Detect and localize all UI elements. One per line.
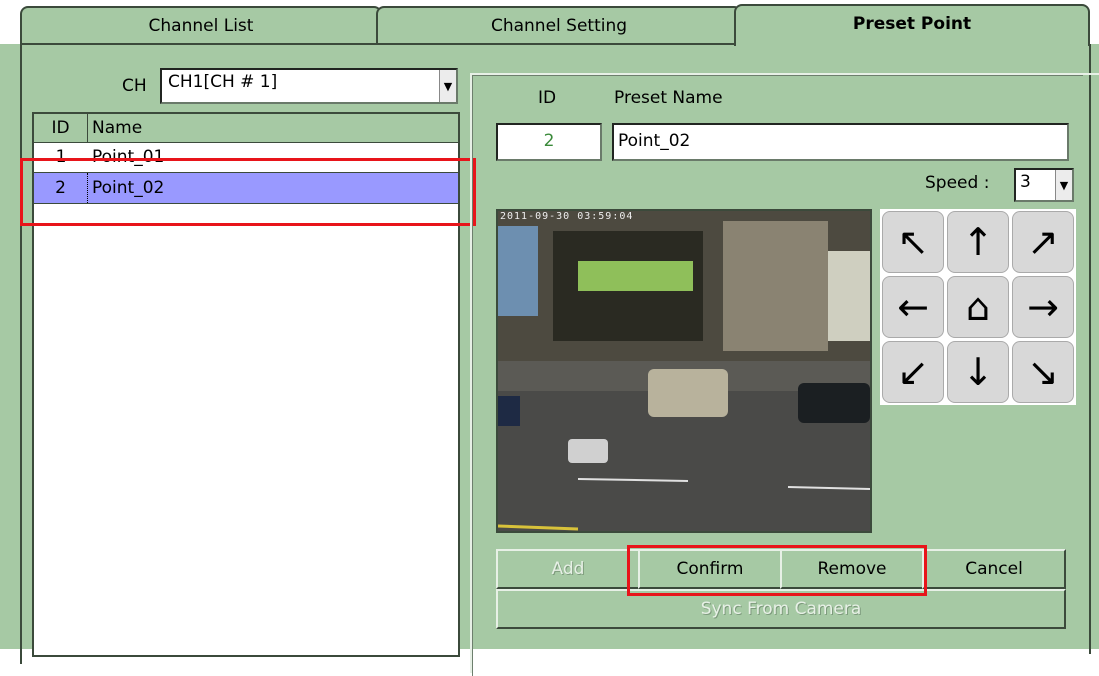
add-button-label: Add — [551, 559, 585, 579]
confirm-button-label: Confirm — [676, 559, 744, 579]
list-item-id: 2 — [34, 173, 88, 203]
channel-select[interactable]: CH1[CH # 1] ▼ — [160, 68, 458, 104]
sync-button-label: Sync From Camera — [700, 599, 862, 619]
preset-id-field: 2 — [496, 123, 602, 161]
arrow-right-icon[interactable]: → — [1012, 276, 1074, 338]
tab-channel-list[interactable]: Channel List — [20, 6, 382, 44]
tab-preset-point[interactable]: Preset Point — [734, 4, 1090, 46]
list-item-selected[interactable]: 2 Point_02 — [34, 172, 458, 204]
list-item-name: Point_01 — [92, 147, 165, 167]
cancel-button[interactable]: Cancel — [922, 549, 1066, 589]
list-item[interactable]: 1 Point_01 — [34, 142, 458, 172]
speed-label: Speed : — [925, 173, 990, 193]
preset-name-value: Point_02 — [618, 131, 691, 151]
tab-channel-setting[interactable]: Channel Setting — [376, 6, 742, 44]
tab-label: Preset Point — [852, 14, 972, 34]
camera-image — [498, 211, 870, 531]
list-item-id: 1 — [55, 147, 67, 167]
tab-label: Channel Setting — [490, 16, 628, 36]
add-button[interactable]: Add — [496, 549, 640, 589]
arrow-up-left-icon[interactable]: ↖ — [882, 211, 944, 273]
channel-select-value: CH1[CH # 1] — [168, 72, 278, 92]
arrow-up-right-icon[interactable]: ↗ — [1012, 211, 1074, 273]
camera-preview: 2011-09-30 03:59:04 — [496, 209, 872, 533]
sync-from-camera-button[interactable]: Sync From Camera — [496, 589, 1066, 629]
tab-label: Channel List — [148, 16, 254, 36]
preset-list: ID Name 1 Point_01 2 Point_02 — [32, 112, 460, 657]
arrow-down-icon[interactable]: ↓ — [947, 341, 1009, 403]
arrow-up-icon[interactable]: ↑ — [947, 211, 1009, 273]
preset-id-value: 2 — [543, 131, 555, 151]
arrow-left-icon[interactable]: ← — [882, 276, 944, 338]
cancel-button-label: Cancel — [965, 559, 1023, 579]
id-label: ID — [538, 88, 557, 108]
channel-label: CH — [122, 76, 147, 96]
list-header: ID Name — [34, 114, 458, 143]
ptz-control-pad: ↖ ↑ ↗ ← ⌂ → ↙ ↓ ↘ — [880, 209, 1076, 405]
camera-timestamp: 2011-09-30 03:59:04 — [500, 211, 634, 222]
column-header-name: Name — [92, 118, 143, 138]
remove-button[interactable]: Remove — [780, 549, 924, 589]
chevron-down-icon[interactable]: ▼ — [439, 70, 456, 102]
arrow-down-right-icon[interactable]: ↘ — [1012, 341, 1074, 403]
confirm-button[interactable]: Confirm — [638, 549, 782, 589]
remove-button-label: Remove — [817, 559, 887, 579]
speed-select[interactable]: 3 ▼ — [1014, 168, 1074, 202]
preset-name-input[interactable]: Point_02 — [612, 123, 1069, 161]
preset-name-label: Preset Name — [614, 88, 723, 108]
list-item-name: Point_02 — [92, 178, 165, 198]
column-header-id: ID — [34, 114, 88, 142]
chevron-down-icon[interactable]: ▼ — [1055, 170, 1072, 200]
home-icon[interactable]: ⌂ — [947, 276, 1009, 338]
tab-bar: Channel List Channel Setting Preset Poin… — [0, 0, 1099, 46]
arrow-down-left-icon[interactable]: ↙ — [882, 341, 944, 403]
speed-select-value: 3 — [1020, 172, 1031, 192]
